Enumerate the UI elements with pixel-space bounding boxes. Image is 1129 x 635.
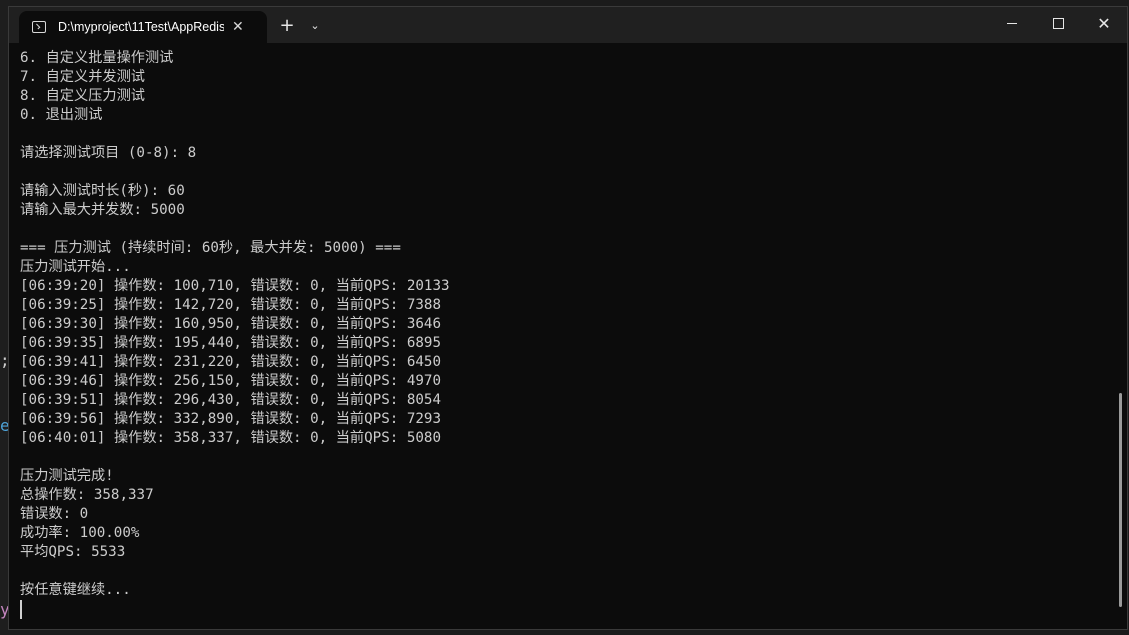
terminal-line: === 压力测试 (持续时间: 60秒, 最大并发: 5000) === (20, 240, 401, 256)
terminal-line: [06:39:30] 操作数: 160,950, 错误数: 0, 当前QPS: … (20, 316, 441, 332)
minimize-icon (1007, 22, 1017, 24)
terminal-line: [06:39:51] 操作数: 296,430, 错误数: 0, 当前QPS: … (20, 392, 441, 408)
close-window-button[interactable]: ✕ (1081, 7, 1127, 39)
terminal-line: 0. 退出测试 (20, 107, 103, 123)
terminal-line: 请输入测试时长(秒): 60 (20, 183, 185, 199)
terminal-line: [06:40:01] 操作数: 358,337, 错误数: 0, 当前QPS: … (20, 430, 441, 446)
terminal-line: 平均QPS: 5533 (20, 544, 126, 560)
terminal-line: 压力测试完成! (20, 468, 114, 484)
new-tab-button[interactable]: + (273, 13, 301, 39)
terminal-line: 总操作数: 358,337 (20, 487, 154, 503)
terminal-line: 成功率: 100.00% (20, 525, 140, 541)
terminal-line: 压力测试开始... (20, 259, 131, 275)
terminal-line: 6. 自定义批量操作测试 (20, 50, 174, 66)
terminal-window: D:\myproject\11Test\AppRedis ✕ + ⌄ ✕ 6. … (8, 6, 1128, 630)
terminal-line: 错误数: 0 (20, 506, 89, 522)
terminal-line: 按任意键继续... (20, 582, 131, 598)
text-cursor (20, 600, 22, 619)
close-icon: ✕ (1097, 13, 1111, 33)
tab-close-icon[interactable]: ✕ (232, 20, 244, 34)
title-bar[interactable]: D:\myproject\11Test\AppRedis ✕ + ⌄ ✕ (9, 7, 1127, 43)
terminal-line: 7. 自定义并发测试 (20, 69, 145, 85)
terminal-line: 8. 自定义压力测试 (20, 88, 145, 104)
scrollbar[interactable] (1119, 393, 1122, 607)
terminal-tab[interactable]: D:\myproject\11Test\AppRedis ✕ (19, 11, 267, 43)
terminal-line: 请输入最大并发数: 5000 (20, 202, 185, 218)
chevron-down-icon[interactable]: ⌄ (303, 13, 327, 39)
terminal-line: [06:39:35] 操作数: 195,440, 错误数: 0, 当前QPS: … (20, 335, 441, 351)
terminal-line: [06:39:20] 操作数: 100,710, 错误数: 0, 当前QPS: … (20, 278, 450, 294)
terminal-line: [06:39:56] 操作数: 332,890, 错误数: 0, 当前QPS: … (20, 411, 441, 427)
terminal-line: 请选择测试项目 (0-8): 8 (20, 145, 197, 161)
maximize-icon (1052, 17, 1064, 29)
maximize-button[interactable] (1035, 7, 1081, 39)
terminal-line: [06:39:46] 操作数: 256,150, 错误数: 0, 当前QPS: … (20, 373, 441, 389)
tab-title: D:\myproject\11Test\AppRedis (58, 20, 224, 34)
minimize-button[interactable] (989, 7, 1035, 39)
terminal-line: [06:39:25] 操作数: 142,720, 错误数: 0, 当前QPS: … (20, 297, 441, 313)
terminal-icon (32, 21, 46, 33)
terminal-line: [06:39:41] 操作数: 231,220, 错误数: 0, 当前QPS: … (20, 354, 441, 370)
terminal-output[interactable]: 6. 自定义批量操作测试 7. 自定义并发测试 8. 自定义压力测试 0. 退出测试请… (9, 43, 1117, 629)
